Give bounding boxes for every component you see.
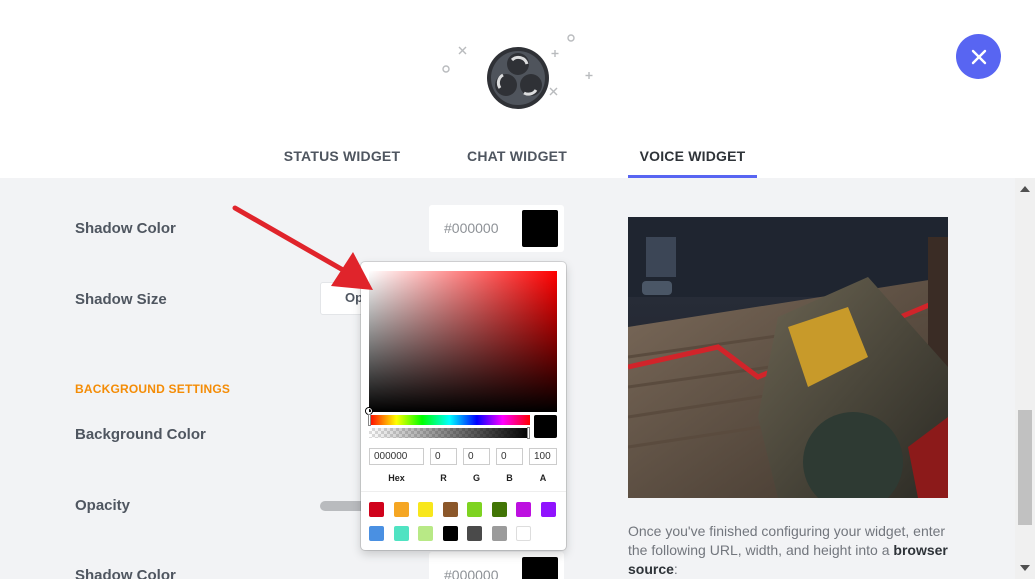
- preset-color-swatch[interactable]: [369, 526, 384, 541]
- hue-handle[interactable]: [368, 414, 371, 426]
- shadow-color-hex-2[interactable]: #000000: [444, 567, 499, 579]
- shadow-size-label: Shadow Size: [75, 291, 167, 308]
- close-icon: [971, 49, 986, 64]
- widget-tabs: STATUS WIDGET CHAT WIDGET VOICE WIDGET: [0, 134, 1035, 178]
- header: STATUS WIDGET CHAT WIDGET VOICE WIDGET: [0, 0, 1035, 178]
- preset-color-swatch[interactable]: [467, 526, 482, 541]
- preset-color-swatch[interactable]: [442, 502, 458, 517]
- alpha-slider[interactable]: [369, 428, 530, 438]
- red-label: R: [440, 473, 447, 483]
- red-input[interactable]: 0: [430, 448, 457, 465]
- hex-input[interactable]: 000000: [369, 448, 424, 465]
- green-label: G: [472, 473, 480, 483]
- info-text-tail: :: [673, 561, 678, 577]
- scroll-up-arrow-icon[interactable]: [1020, 186, 1030, 192]
- preset-color-swatch[interactable]: [393, 526, 409, 541]
- preset-color-swatch[interactable]: [516, 502, 531, 517]
- shadow-color-field-2[interactable]: #000000: [429, 552, 564, 579]
- red-arrow-annotation: [232, 205, 373, 290]
- preset-color-swatch[interactable]: [491, 502, 507, 517]
- preset-color-swatch[interactable]: [393, 502, 409, 517]
- scroll-down-arrow-icon[interactable]: [1020, 565, 1030, 571]
- background-color-label: Background Color: [75, 426, 206, 443]
- preset-color-swatch[interactable]: [369, 502, 384, 517]
- info-text: Once you've finished configuring your wi…: [628, 522, 948, 579]
- blue-label: B: [506, 473, 513, 483]
- color-picker-popup: 000000 0 0 0 100 Hex R G B A: [361, 262, 566, 550]
- obs-logo-icon: [440, 30, 600, 120]
- scrollbar-thumb[interactable]: [1018, 410, 1032, 525]
- tab-chat-widget[interactable]: CHAT WIDGET: [447, 134, 587, 178]
- shadow-color-label-2: Shadow Color: [75, 567, 176, 579]
- alpha-label: A: [539, 473, 547, 483]
- tab-voice-widget[interactable]: VOICE WIDGET: [628, 134, 757, 178]
- alpha-handle[interactable]: [527, 427, 530, 439]
- hex-label: Hex: [388, 473, 405, 483]
- hue-slider[interactable]: [369, 415, 530, 425]
- preset-color-swatch[interactable]: [467, 502, 482, 517]
- preset-color-swatch[interactable]: [442, 526, 458, 541]
- preset-color-swatch[interactable]: [418, 526, 433, 541]
- picker-divider: [361, 491, 566, 492]
- current-color-swatch: [534, 415, 557, 438]
- blue-input[interactable]: 0: [496, 448, 523, 465]
- shadow-color-swatch-2[interactable]: [522, 557, 558, 579]
- shadow-color-field[interactable]: #000000: [429, 205, 564, 252]
- background-settings-heading: BACKGROUND SETTINGS: [75, 382, 231, 396]
- tab-status-widget[interactable]: STATUS WIDGET: [272, 134, 412, 178]
- preset-color-swatch[interactable]: [540, 502, 556, 517]
- close-button[interactable]: [956, 34, 1001, 79]
- shadow-color-label: Shadow Color: [75, 220, 176, 237]
- preset-color-swatch[interactable]: [516, 526, 531, 541]
- alpha-input[interactable]: 100: [529, 448, 557, 465]
- opacity-label: Opacity: [75, 497, 131, 514]
- widget-preview-image: [628, 217, 948, 498]
- shadow-color-hex[interactable]: #000000: [444, 220, 499, 236]
- preset-color-swatch[interactable]: [491, 526, 507, 541]
- scrollbar[interactable]: [1015, 178, 1035, 579]
- shadow-color-swatch[interactable]: [522, 210, 558, 247]
- saturation-area[interactable]: [369, 271, 557, 412]
- green-input[interactable]: 0: [463, 448, 490, 465]
- preset-color-swatch[interactable]: [418, 502, 433, 517]
